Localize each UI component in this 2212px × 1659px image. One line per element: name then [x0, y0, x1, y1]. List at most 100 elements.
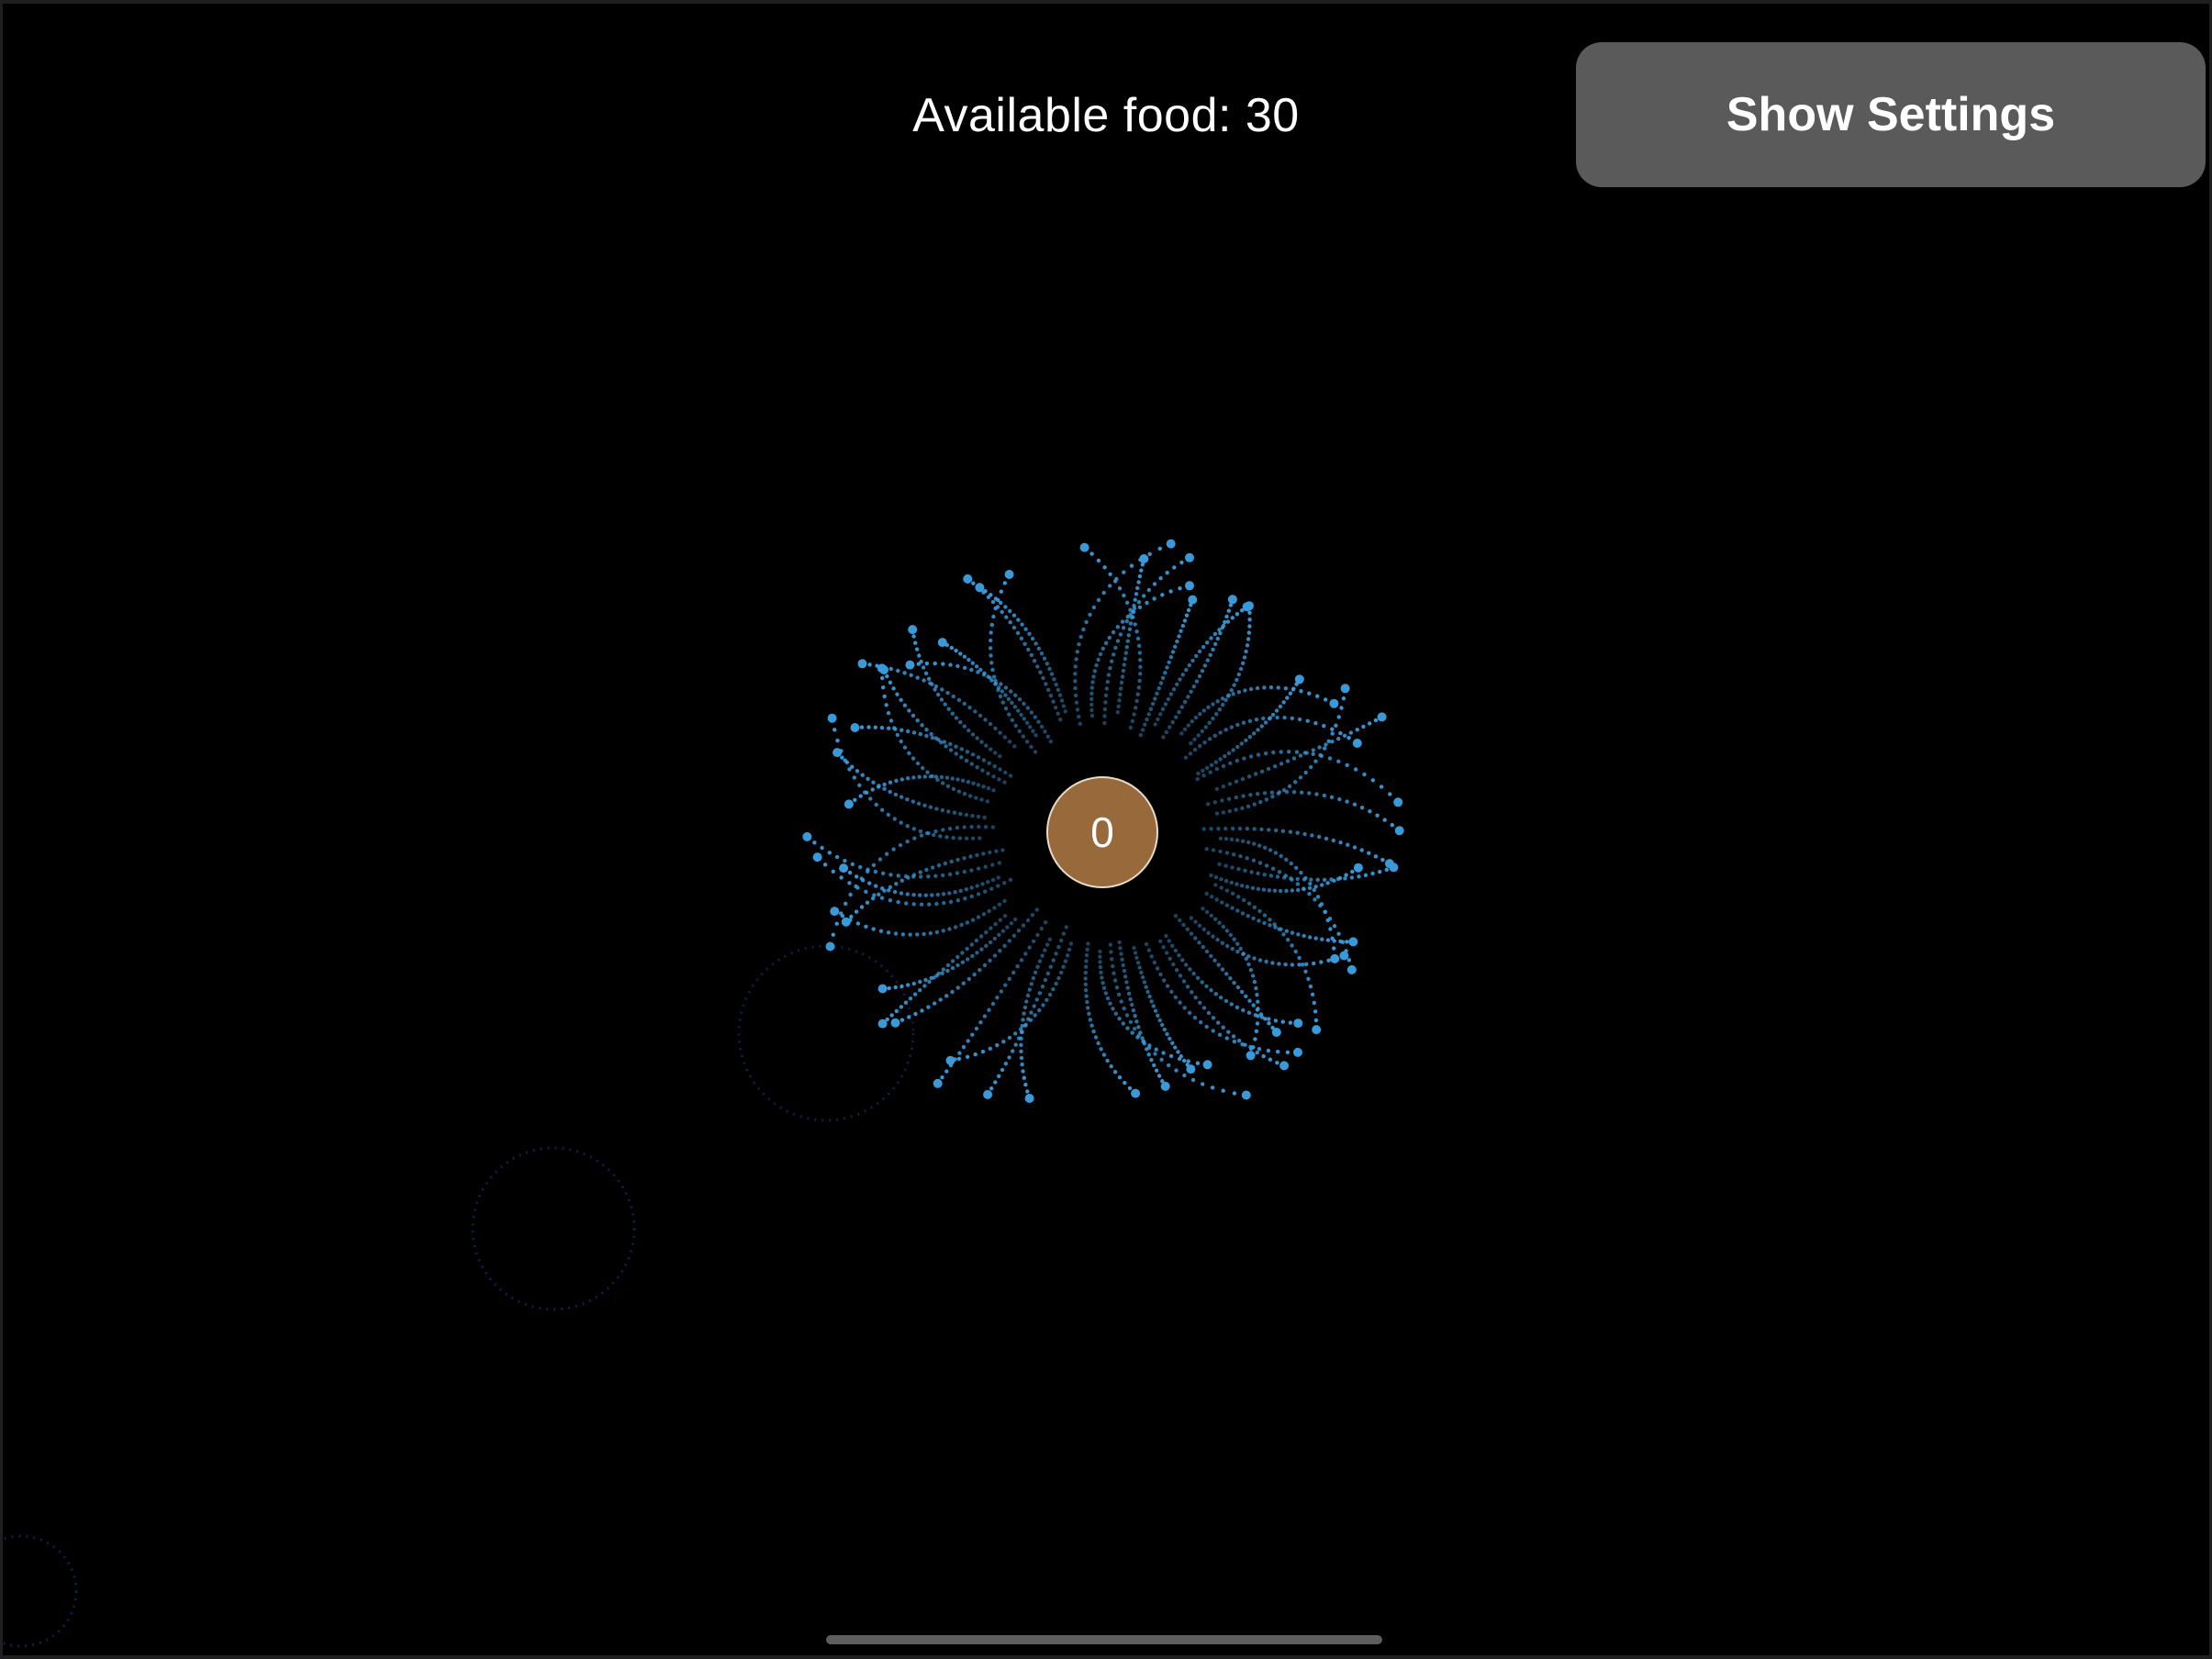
trail-dot [973, 709, 978, 714]
trail-dot [962, 856, 966, 861]
ant-dot [830, 907, 840, 917]
trail-dot [1296, 887, 1301, 893]
trail-dot [1126, 633, 1132, 638]
trail-dot [944, 775, 950, 780]
trail-dot [1201, 708, 1207, 713]
trail-dot [1030, 636, 1035, 641]
trail-dot [1379, 785, 1384, 789]
ant-nest[interactable]: 0 [1046, 776, 1158, 888]
trail-dot [918, 870, 922, 874]
trail-dot [1252, 956, 1257, 961]
trail-dot [1234, 677, 1239, 683]
trail-dot [1224, 929, 1230, 933]
trail-dot [906, 983, 910, 987]
trail-dot [1283, 962, 1288, 967]
trail-dot [989, 638, 993, 643]
trail-dot [1253, 772, 1258, 776]
trail-dot [1283, 686, 1289, 691]
trail-dot [1192, 747, 1198, 752]
trail-dot [1245, 856, 1249, 861]
trail-dot [953, 1057, 957, 1062]
trail-dot [1168, 654, 1174, 660]
trail-dot [1009, 689, 1013, 694]
ant-trail [1179, 685, 1339, 736]
trail-dot [1345, 799, 1349, 804]
trail-dot [1229, 725, 1234, 729]
trail-dot [1156, 1013, 1160, 1019]
trail-dot [1201, 944, 1206, 950]
trail-dot [911, 775, 916, 780]
trail-dot [911, 827, 916, 831]
trail-dot [976, 915, 981, 919]
home-indicator-bar[interactable] [826, 1635, 1382, 1644]
trail-dot [933, 774, 939, 779]
trail-dot [1110, 957, 1114, 962]
trail-dot [1342, 733, 1347, 738]
trail-dot [1163, 671, 1167, 675]
ant-dot [1024, 1094, 1034, 1103]
trail-dot [1152, 1063, 1156, 1068]
show-settings-button[interactable]: Show Settings [1576, 42, 2206, 187]
trail-dot [1268, 848, 1273, 852]
trail-dot [1078, 721, 1083, 726]
trail-dot [1190, 990, 1194, 995]
trail-dot [887, 726, 891, 730]
trail-dot [998, 730, 1002, 735]
trail-dot [857, 783, 862, 787]
trail-dot [1336, 736, 1341, 741]
trail-dot [988, 721, 993, 727]
trail-dot [1115, 625, 1121, 629]
trail-dot [1046, 687, 1051, 692]
trail-dot [915, 675, 920, 680]
trail-dot [978, 713, 983, 718]
trail-dot [1011, 625, 1017, 630]
trail-dot [1104, 686, 1110, 691]
trail-dot [979, 797, 984, 802]
trail-dot [1136, 685, 1142, 690]
trail-dot [928, 930, 933, 936]
trail-dot [1155, 966, 1160, 971]
trail-dot [1197, 649, 1202, 654]
trail-dot [1126, 991, 1132, 997]
trail-dot [1273, 925, 1278, 930]
trail-dot [1056, 944, 1061, 950]
ant-dot [1185, 552, 1194, 562]
trail-dot [865, 790, 869, 795]
trail-dot [1002, 735, 1008, 740]
trail-dot [1022, 701, 1026, 707]
trail-dot [1170, 1041, 1175, 1046]
trail-dot [1211, 934, 1215, 939]
trail-dot [978, 934, 984, 939]
trail-dot [1223, 998, 1229, 1004]
trail-dot [1237, 826, 1243, 831]
trail-dot [900, 932, 906, 937]
trail-dot [1122, 570, 1126, 574]
ant-dot [1246, 1051, 1256, 1061]
trail-dot [926, 676, 932, 681]
trail-dot [964, 836, 969, 841]
trail-dot [947, 927, 952, 931]
trail-dot [917, 774, 922, 779]
trail-dot [1288, 691, 1293, 696]
trail-dot [844, 760, 849, 764]
trail-dot [1122, 593, 1126, 598]
trail-dot [1279, 750, 1283, 754]
trail-dot [1248, 1044, 1253, 1050]
trail-dot [1020, 1062, 1024, 1067]
trail-dot [992, 936, 998, 941]
trail-dot [1019, 636, 1024, 640]
trail-dot [1139, 568, 1144, 573]
trail-dot [959, 747, 965, 752]
simulation-screen[interactable]: Available food: 30 Show Settings 0 [3, 4, 2209, 1655]
trail-dot [1332, 946, 1336, 951]
trail-dot [976, 783, 981, 787]
trail-dot [1115, 710, 1121, 715]
trail-dot [1137, 573, 1143, 579]
trail-dot [1230, 865, 1234, 870]
trail-dot [1138, 658, 1143, 662]
trail-dot [1264, 959, 1268, 964]
ant-trail [1217, 862, 1399, 882]
trail-dot [988, 646, 993, 651]
trail-dot [1182, 727, 1188, 731]
trail-dot [1183, 755, 1189, 760]
